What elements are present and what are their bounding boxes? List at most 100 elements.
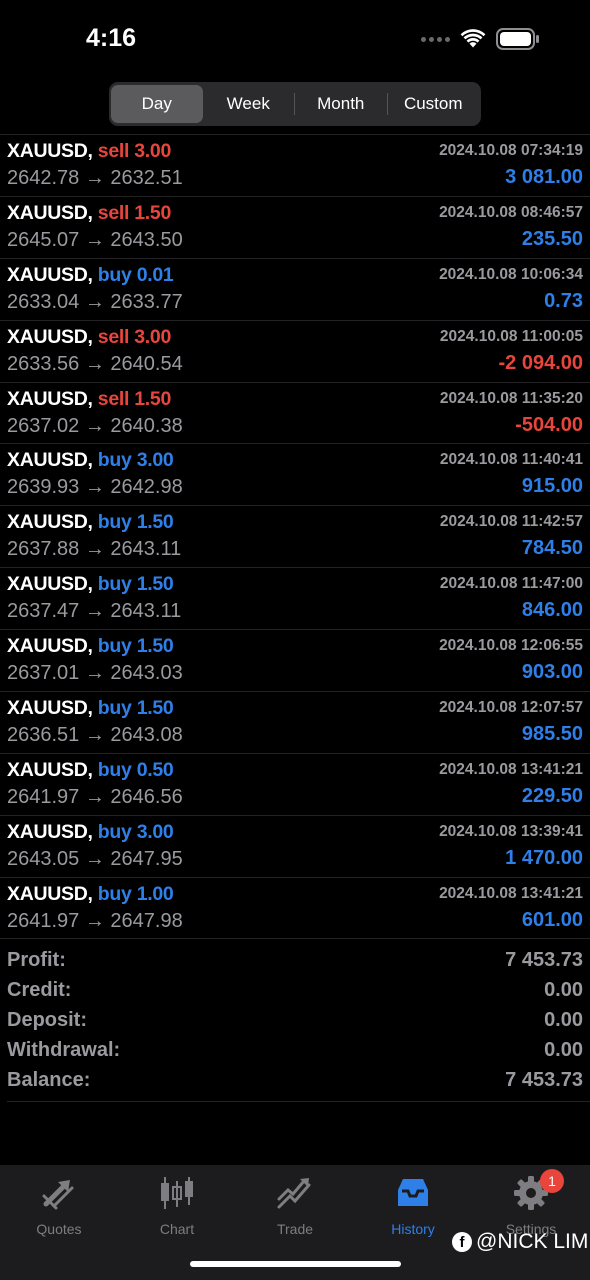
trade-row[interactable]: XAUUSD, buy 1.50 2024.10.08 12:07:57 2636.…	[0, 691, 590, 753]
trade-time: 2024.10.08 11:35:20	[439, 389, 583, 407]
arrow-icon: →	[84, 290, 105, 313]
trade-profit: 229.50	[521, 784, 583, 807]
trade-time: 2024.10.08 13:39:41	[439, 822, 583, 840]
trade-row[interactable]: XAUUSD, buy 1.50 2024.10.08 11:42:57 2637.…	[0, 505, 590, 567]
side-text: sell	[97, 201, 130, 224]
segment-day[interactable]: Day	[111, 85, 203, 123]
side-text: buy	[97, 758, 132, 781]
trade-profit: 0.73	[544, 289, 583, 312]
tab-trade[interactable]: Trade	[236, 1175, 354, 1245]
trade-time: 2024.10.08 12:07:57	[439, 699, 583, 717]
symbol-text: XAUUSD,	[7, 635, 93, 658]
side-text: buy	[97, 697, 132, 720]
close-price: 2643.08	[110, 724, 183, 747]
wifi-icon	[460, 29, 486, 48]
trade-row[interactable]: XAUUSD, buy 1.50 2024.10.08 11:47:00 2637.…	[0, 567, 590, 629]
trade-side: buy 1.50	[98, 635, 174, 657]
trade-row[interactable]: XAUUSD, sell 1.50 2024.10.08 08:46:57 2645…	[0, 195, 590, 258]
trade-symbol: XAUUSD, buy 0.50	[7, 759, 174, 782]
trade-prices: 2637.01 → 2643.03	[7, 662, 183, 685]
trade-row[interactable]: XAUUSD, buy 1.00 2024.10.08 13:41:21 2641.…	[0, 876, 590, 939]
summary-label: Profit:	[7, 948, 66, 971]
trade-row[interactable]: XAUUSD, buy 1.50 2024.10.08 12:06:55 2637.…	[0, 629, 590, 691]
period-segmented-control: Day Week Month Custom	[109, 82, 481, 126]
volume-text: 3.00	[134, 140, 172, 162]
volume-text: 3.00	[136, 449, 174, 472]
trade-row[interactable]: XAUUSD, sell 3.00 2024.10.08 07:34:19 2642…	[0, 134, 590, 196]
trade-prices: 2643.05 → 2647.95	[7, 848, 183, 871]
open-price: 2641.97	[7, 785, 80, 808]
summary-value: 7 453.73	[505, 948, 583, 971]
side-text: sell	[97, 325, 130, 348]
summary-divider	[7, 1101, 590, 1102]
volume-text: 3.00	[134, 325, 172, 348]
trade-side: sell 3.00	[97, 325, 172, 348]
open-price: 2637.01	[7, 662, 80, 685]
close-price: 2643.11	[110, 600, 182, 623]
summary-row: Deposit: 0.00	[7, 1005, 583, 1035]
tab-chart[interactable]: Chart	[118, 1175, 236, 1245]
segment-week[interactable]: Week	[203, 85, 295, 123]
trade-side: buy 3.00	[98, 449, 174, 471]
trade-profit: 985.50	[521, 723, 583, 746]
open-price: 2643.05	[7, 847, 80, 870]
side-text: sell	[97, 387, 130, 410]
trade-side: buy 1.50	[98, 697, 174, 719]
side-text: sell	[97, 140, 130, 162]
symbol-text: XAUUSD,	[7, 325, 93, 348]
trade-symbol: XAUUSD, buy 1.00	[7, 882, 174, 906]
trade-side: buy 1.50	[98, 511, 174, 533]
arrow-icon: →	[84, 785, 105, 808]
volume-text: 1.00	[136, 882, 174, 905]
volume-text: 0.50	[136, 758, 174, 781]
side-text: buy	[97, 635, 132, 658]
trade-side: buy 3.00	[98, 821, 174, 843]
trade-row[interactable]: XAUUSD, buy 3.00 2024.10.08 13:39:41 2643.…	[0, 814, 590, 877]
trade-profit: -2 094.00	[498, 351, 583, 374]
arrow-icon: →	[84, 476, 105, 499]
volume-text: 1.50	[136, 697, 174, 720]
close-price: 2647.95	[110, 847, 183, 870]
close-price: 2643.50	[110, 228, 183, 251]
volume-text: 0.01	[136, 263, 174, 286]
close-price: 2647.98	[110, 909, 183, 932]
symbol-text: XAUUSD,	[7, 697, 93, 720]
trade-row[interactable]: XAUUSD, buy 3.00 2024.10.08 11:40:41 2639.…	[0, 443, 590, 505]
trade-profit: 784.50	[521, 537, 583, 560]
tab-quotes[interactable]: Quotes	[0, 1175, 118, 1245]
trade-prices: 2637.02 → 2640.38	[7, 415, 183, 438]
trade-side: sell 1.50	[97, 387, 172, 410]
trade-prices: 2639.93 → 2642.98	[7, 476, 183, 499]
side-text: buy	[97, 449, 132, 472]
symbol-text: XAUUSD,	[7, 573, 93, 596]
watermark: f @NICK LIM	[452, 1230, 588, 1254]
symbol-text: XAUUSD,	[7, 387, 93, 410]
trade-profit: -504.00	[515, 413, 583, 436]
trade-side: buy 0.50	[98, 759, 174, 781]
arrow-icon: →	[84, 414, 105, 437]
trade-prices: 2641.97 → 2647.98	[7, 910, 183, 933]
summary-label: Withdrawal:	[7, 1039, 121, 1062]
symbol-text: XAUUSD,	[7, 882, 93, 905]
trade-row[interactable]: XAUUSD, sell 1.50 2024.10.08 11:35:20 2637…	[0, 381, 590, 444]
arrow-icon: →	[84, 909, 105, 932]
arrow-icon: →	[84, 662, 105, 685]
trade-prices: 2636.51 → 2643.08	[7, 724, 183, 747]
trade-row[interactable]: XAUUSD, buy 0.01 2024.10.08 10:06:34 2633.…	[0, 257, 590, 320]
close-price: 2646.56	[110, 785, 183, 808]
arrow-icon: →	[84, 724, 105, 747]
summary-value: 0.00	[544, 1008, 583, 1031]
segment-custom[interactable]: Custom	[388, 85, 480, 123]
segment-month[interactable]: Month	[295, 85, 387, 123]
close-price: 2642.98	[110, 476, 183, 499]
trade-symbol: XAUUSD, sell 1.50	[7, 202, 171, 225]
trade-profit: 235.50	[521, 227, 583, 250]
cellular-signal-icon	[421, 36, 450, 42]
volume-text: 1.50	[136, 635, 174, 658]
trade-row[interactable]: XAUUSD, sell 3.00 2024.10.08 11:00:05 2633…	[0, 319, 590, 382]
trade-symbol: XAUUSD, buy 3.00	[7, 821, 174, 844]
symbol-text: XAUUSD,	[7, 263, 93, 286]
trade-time: 2024.10.08 13:41:21	[439, 760, 583, 778]
trade-row[interactable]: XAUUSD, buy 0.50 2024.10.08 13:41:21 2641.…	[0, 752, 590, 815]
trade-profit: 903.00	[521, 661, 583, 684]
